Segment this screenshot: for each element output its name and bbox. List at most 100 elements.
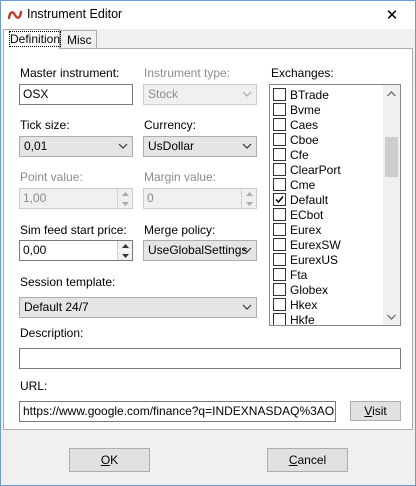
instrument-type-label: Instrument type: — [144, 66, 231, 80]
margin-value-value: 0 — [147, 191, 154, 205]
checkbox[interactable] — [273, 148, 286, 161]
checkbox[interactable] — [273, 103, 286, 116]
list-item[interactable]: Default — [273, 192, 328, 207]
list-item-label: Hkfe — [290, 312, 315, 326]
spin-up-button[interactable] — [117, 241, 132, 250]
list-item[interactable]: Caes — [273, 117, 318, 132]
list-item[interactable]: Hkfe — [273, 312, 315, 326]
list-item-label: Bvme — [290, 102, 321, 117]
ok-button-label: OK — [100, 453, 119, 467]
checkbox[interactable] — [273, 223, 286, 236]
scroll-down-button[interactable] — [383, 308, 400, 325]
scroll-up-button[interactable] — [383, 85, 400, 102]
ok-button[interactable]: OK — [69, 448, 150, 472]
vertical-scrollbar[interactable] — [383, 85, 400, 325]
list-item-label: Cfe — [290, 147, 309, 162]
margin-value-stepper: 0 — [143, 188, 257, 209]
list-item[interactable]: Cme — [273, 177, 315, 192]
tick-size-select[interactable]: 0,01 — [19, 136, 133, 157]
list-item-label: Default — [290, 192, 329, 207]
checkmark-icon — [275, 196, 284, 204]
session-template-label: Session template: — [20, 275, 116, 289]
checkbox[interactable] — [273, 298, 286, 311]
chevron-down-icon — [387, 314, 396, 320]
checkbox[interactable] — [273, 133, 286, 146]
list-item[interactable]: EurexSW — [273, 237, 341, 252]
tick-size-value: 0,01 — [24, 139, 48, 153]
list-item[interactable]: ECbot — [273, 207, 323, 222]
visit-button[interactable]: Visit — [350, 401, 401, 421]
point-value-stepper: 1,00 — [19, 188, 133, 209]
list-item-label: EurexSW — [290, 237, 341, 252]
tab-misc[interactable]: Misc — [60, 30, 97, 48]
list-item[interactable]: Globex — [273, 282, 328, 297]
instrument-type-value: Stock — [148, 87, 179, 101]
list-item-label: Eurex — [290, 222, 322, 237]
scrollbar-thumb[interactable] — [385, 137, 398, 177]
chevron-down-icon — [121, 253, 129, 258]
checkbox[interactable] — [273, 268, 286, 281]
list-item-label: ClearPort — [290, 162, 341, 177]
app-logo-icon — [7, 10, 23, 20]
title-bar: Instrument Editor ✕ — [1, 1, 415, 29]
checkbox[interactable] — [273, 238, 286, 251]
currency-select[interactable]: UsDollar — [143, 136, 257, 157]
chevron-down-icon — [242, 304, 252, 310]
instrument-editor-window: Instrument Editor ✕ Definition Misc Mast… — [0, 0, 416, 486]
exchanges-label: Exchanges: — [271, 66, 334, 80]
cancel-button[interactable]: Cancel — [267, 448, 348, 472]
tab-definition-label: Definition — [8, 31, 62, 47]
list-item-label: ECbot — [290, 207, 324, 222]
checkbox[interactable] — [273, 118, 286, 131]
checkbox[interactable] — [273, 178, 286, 191]
merge-policy-select[interactable]: UseGlobalSettings — [143, 240, 257, 261]
checkbox[interactable] — [273, 283, 286, 296]
tab-definition[interactable]: Definition — [3, 29, 62, 49]
sim-feed-start-price-stepper[interactable]: 0,00 — [19, 240, 133, 261]
list-item[interactable]: Hkex — [273, 297, 317, 312]
instrument-type-select: Stock — [143, 84, 257, 105]
list-item[interactable]: Fta — [273, 267, 307, 282]
list-item[interactable]: Cfe — [273, 147, 309, 162]
close-icon: ✕ — [385, 7, 399, 24]
list-item-label: Cboe — [290, 132, 319, 147]
list-item-label: Fta — [290, 267, 308, 282]
list-item[interactable]: ClearPort — [273, 162, 341, 177]
checkbox[interactable] — [273, 313, 286, 325]
list-item[interactable]: Bvme — [273, 102, 321, 117]
checkbox[interactable] — [273, 193, 286, 206]
description-label: Description: — [20, 326, 84, 340]
sim-feed-start-price-value: 0,00 — [23, 243, 47, 257]
list-item[interactable]: BTrade — [273, 87, 329, 102]
list-item[interactable]: Cboe — [273, 132, 319, 147]
chevron-down-icon — [245, 201, 253, 206]
tab-misc-label: Misc — [67, 33, 92, 47]
description-input[interactable] — [19, 348, 401, 369]
checkbox[interactable] — [273, 208, 286, 221]
spin-down-button[interactable] — [117, 251, 132, 260]
chevron-up-icon — [245, 191, 253, 196]
session-template-select[interactable]: Default 24/7 — [19, 297, 257, 318]
close-button[interactable]: ✕ — [369, 1, 415, 29]
spin-down-button — [241, 199, 256, 208]
chevron-up-icon — [387, 90, 396, 96]
url-input[interactable]: https://www.google.com/finance?q=INDEXNA… — [19, 401, 336, 422]
list-item-label: Caes — [290, 117, 319, 132]
spin-up-button — [241, 189, 256, 198]
currency-value: UsDollar — [148, 139, 195, 153]
master-instrument-input[interactable]: OSX — [19, 84, 133, 105]
merge-policy-label: Merge policy: — [144, 223, 216, 237]
url-label: URL: — [20, 379, 48, 393]
checkbox[interactable] — [273, 253, 286, 266]
list-item[interactable]: EurexUS — [273, 252, 338, 267]
checkbox[interactable] — [273, 88, 286, 101]
currency-label: Currency: — [144, 118, 197, 132]
point-value-value: 1,00 — [23, 191, 47, 205]
checkbox[interactable] — [273, 163, 286, 176]
visit-button-label: Visit — [364, 404, 387, 418]
exchanges-list[interactable]: BTrade Bvme Caes Cboe Cfe ClearPort Cme Default… — [269, 84, 401, 326]
list-item[interactable]: Eurex — [273, 222, 321, 237]
list-item-label: Cme — [290, 177, 316, 192]
list-item-label: Hkex — [290, 297, 318, 312]
chevron-down-icon — [242, 143, 252, 149]
